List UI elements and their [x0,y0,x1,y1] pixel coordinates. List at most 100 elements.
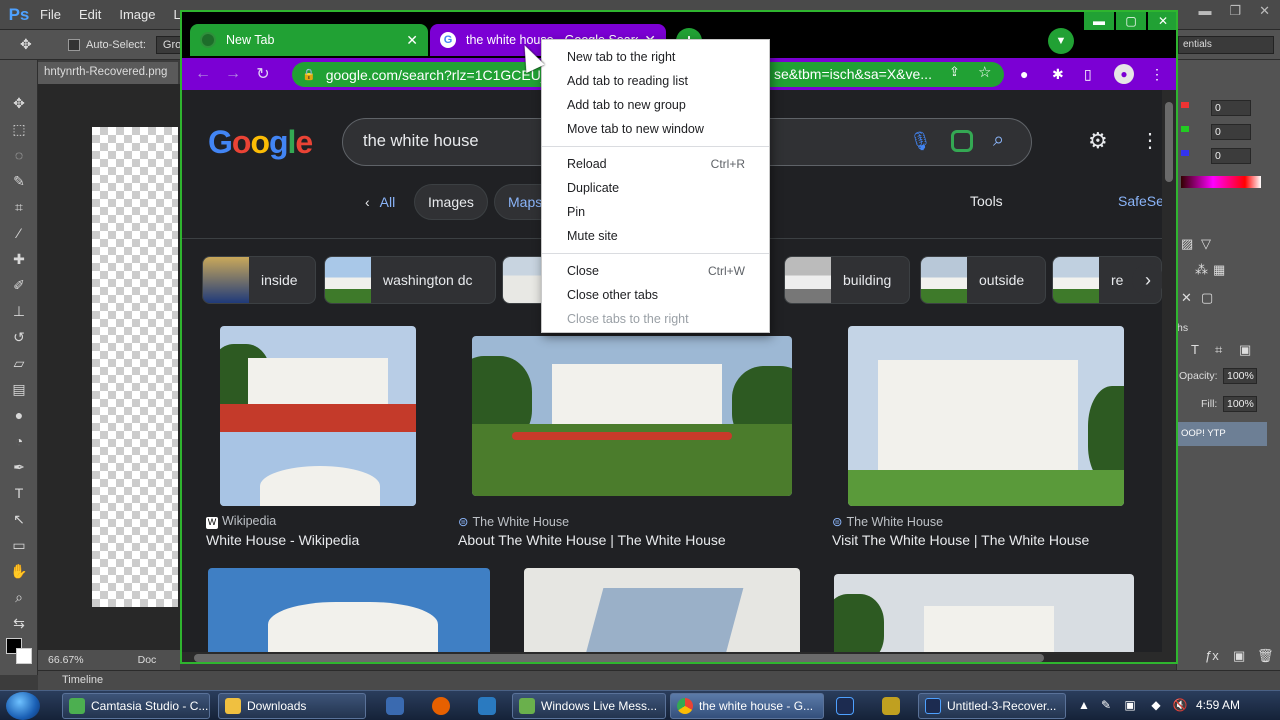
bookmark-star-icon[interactable]: ☆ [978,63,991,81]
type-filter-icon[interactable]: T [1191,342,1199,357]
puzzle-extensions-icon[interactable]: ✱ [1052,66,1064,83]
chip-washington-dc[interactable]: washington dc [324,256,496,304]
move-icon[interactable]: ✥ [0,90,38,116]
menu-file[interactable]: File [40,7,61,22]
timeline-label[interactable]: Timeline [62,674,103,686]
chip-outside[interactable]: outside [920,256,1046,304]
menu-mute-site[interactable]: Mute site [542,224,769,248]
healing-brush-icon[interactable]: ✚ [0,246,38,272]
lens-icon[interactable] [951,130,973,152]
workspace-dropdown[interactable]: entials [1178,36,1274,54]
apps-grid-icon[interactable]: ⋮⋮⋮ [1140,128,1162,153]
menu-add-reading-list[interactable]: Add tab to reading list [542,69,769,93]
restore-icon[interactable]: ❐ [1229,3,1241,19]
minimize-icon[interactable]: ▬ [1198,3,1211,19]
filter-all[interactable]: ‹ All [352,184,408,220]
taskbar-chrome[interactable]: the white house - G... [670,693,824,719]
result-source-3[interactable]: ⊜ The White House [832,514,943,529]
settings-gear-icon[interactable]: ⚙ [1088,128,1108,154]
tab-close-icon[interactable]: ✕ [406,32,418,49]
smart-filter-icon[interactable]: ▣ [1239,342,1251,358]
tray-expand-icon[interactable]: ▲ [1076,698,1092,714]
start-button[interactable] [6,692,40,720]
reload-icon[interactable]: ↻ [248,64,278,84]
close-icon[interactable]: ✕ [1259,3,1270,19]
channel-mixer-icon[interactable]: ⁂ [1195,262,1208,278]
result-image-1[interactable] [220,326,416,506]
eraser-icon[interactable]: ▱ [0,350,38,376]
menu-duplicate[interactable]: Duplicate [542,176,769,200]
more-menu-icon[interactable]: ⋮ [1150,66,1164,83]
taskbar-camtasia[interactable]: Camtasia Studio - C... [62,693,210,719]
swap-colors-icon[interactable]: ⇆ [0,610,38,636]
cross-icon[interactable]: ✕ [1181,290,1192,306]
search-icon[interactable]: ⌕ [993,129,1004,152]
lasso-icon[interactable]: ◌ [0,142,38,168]
share-icon[interactable]: ⇪ [949,64,960,80]
adjustment-icon[interactable]: ▨ [1181,236,1193,252]
document-tab[interactable]: hntynrth-Recovered.png [38,62,178,84]
chip-inside[interactable]: inside [202,256,316,304]
extension-icon[interactable]: ● [1020,66,1028,82]
menu-new-tab-right[interactable]: New tab to the right [542,45,769,69]
forward-arrow-icon[interactable]: → [218,65,248,83]
auto-select-checkbox[interactable] [68,38,80,51]
tray-shield-icon[interactable]: ◆ [1148,698,1164,714]
menu-pin[interactable]: Pin [542,200,769,224]
search-query[interactable]: the white house [363,132,479,151]
new-layer-icon[interactable]: ▣ [1233,648,1245,664]
background-color-swatch[interactable] [16,648,32,664]
app-icon[interactable] [882,697,900,715]
menu-reload[interactable]: Reload Ctrl+R [542,152,769,176]
horizontal-scrollbar[interactable] [182,652,1176,662]
result-image-3[interactable] [848,326,1124,506]
crop-icon[interactable]: ⌗ [0,194,38,220]
delete-layer-icon[interactable]: 🗑 [1257,648,1274,664]
menu-edit[interactable]: Edit [79,7,101,22]
safesearch-button[interactable]: SafeSe [1118,193,1162,209]
path-select-icon[interactable]: ↖ [0,506,38,532]
menu-image[interactable]: Image [119,7,155,22]
taskbar-clock[interactable]: 4:59 AM [1196,698,1240,712]
layer-row[interactable]: OOP! YTP [1177,422,1267,446]
result-source-2[interactable]: ⊜ The White House [458,514,569,529]
hand-icon[interactable]: ✋ [0,558,38,584]
dodge-icon[interactable]: ◔ [0,428,38,454]
square-icon[interactable]: ▢ [1201,290,1213,306]
tools-button[interactable]: Tools [970,193,1003,209]
app-icon[interactable] [478,697,496,715]
profile-avatar-icon[interactable]: ● [1114,64,1134,84]
pen-icon[interactable]: ✒ [0,454,38,480]
result-image-2[interactable] [472,336,792,496]
menu-add-new-group[interactable]: Add tab to new group [542,93,769,117]
menu-move-new-window[interactable]: Move tab to new window [542,117,769,141]
back-arrow-icon[interactable]: ← [188,65,218,83]
taskbar-photoshop[interactable]: Untitled-3-Recover... [918,693,1066,719]
result-image-5[interactable] [524,568,800,652]
network-icon[interactable] [386,697,404,715]
menu-close[interactable]: Close Ctrl+W [542,259,769,283]
green-value-field[interactable]: 0 [1211,124,1251,140]
scroll-thumb[interactable] [1165,102,1173,182]
chevron-right-icon[interactable]: › [1132,264,1162,296]
maximize-icon[interactable]: ▢ [1116,12,1146,30]
result-title-2[interactable]: About The White House | The White House [458,532,726,548]
side-panel-icon[interactable]: ▯ [1084,66,1092,83]
quick-select-icon[interactable]: ✎ [0,168,38,194]
result-title-3[interactable]: Visit The White House | The White House [832,532,1089,548]
fx-icon[interactable]: ƒx [1205,648,1219,663]
brush-icon[interactable]: ✐ [0,272,38,298]
lock-icon[interactable]: 🔒 [302,68,316,81]
tab-new-tab[interactable]: New Tab ✕ [190,24,428,56]
scroll-thumb[interactable] [194,654,1044,662]
panel-tab-label[interactable]: hs [1177,322,1188,334]
result-source-1[interactable]: W Wikipedia [206,514,276,529]
result-title-1[interactable]: White House - Wikipedia [206,532,359,548]
chip-building[interactable]: building [784,256,910,304]
move-tool-icon[interactable]: ✥ [20,36,44,53]
minimize-icon[interactable]: ▬ [1084,12,1114,30]
red-value-field[interactable]: 0 [1211,100,1251,116]
taskbar-downloads[interactable]: Downloads [218,693,366,719]
tray-pen-icon[interactable]: ✎ [1098,698,1114,714]
shape-icon[interactable]: ▭ [0,532,38,558]
